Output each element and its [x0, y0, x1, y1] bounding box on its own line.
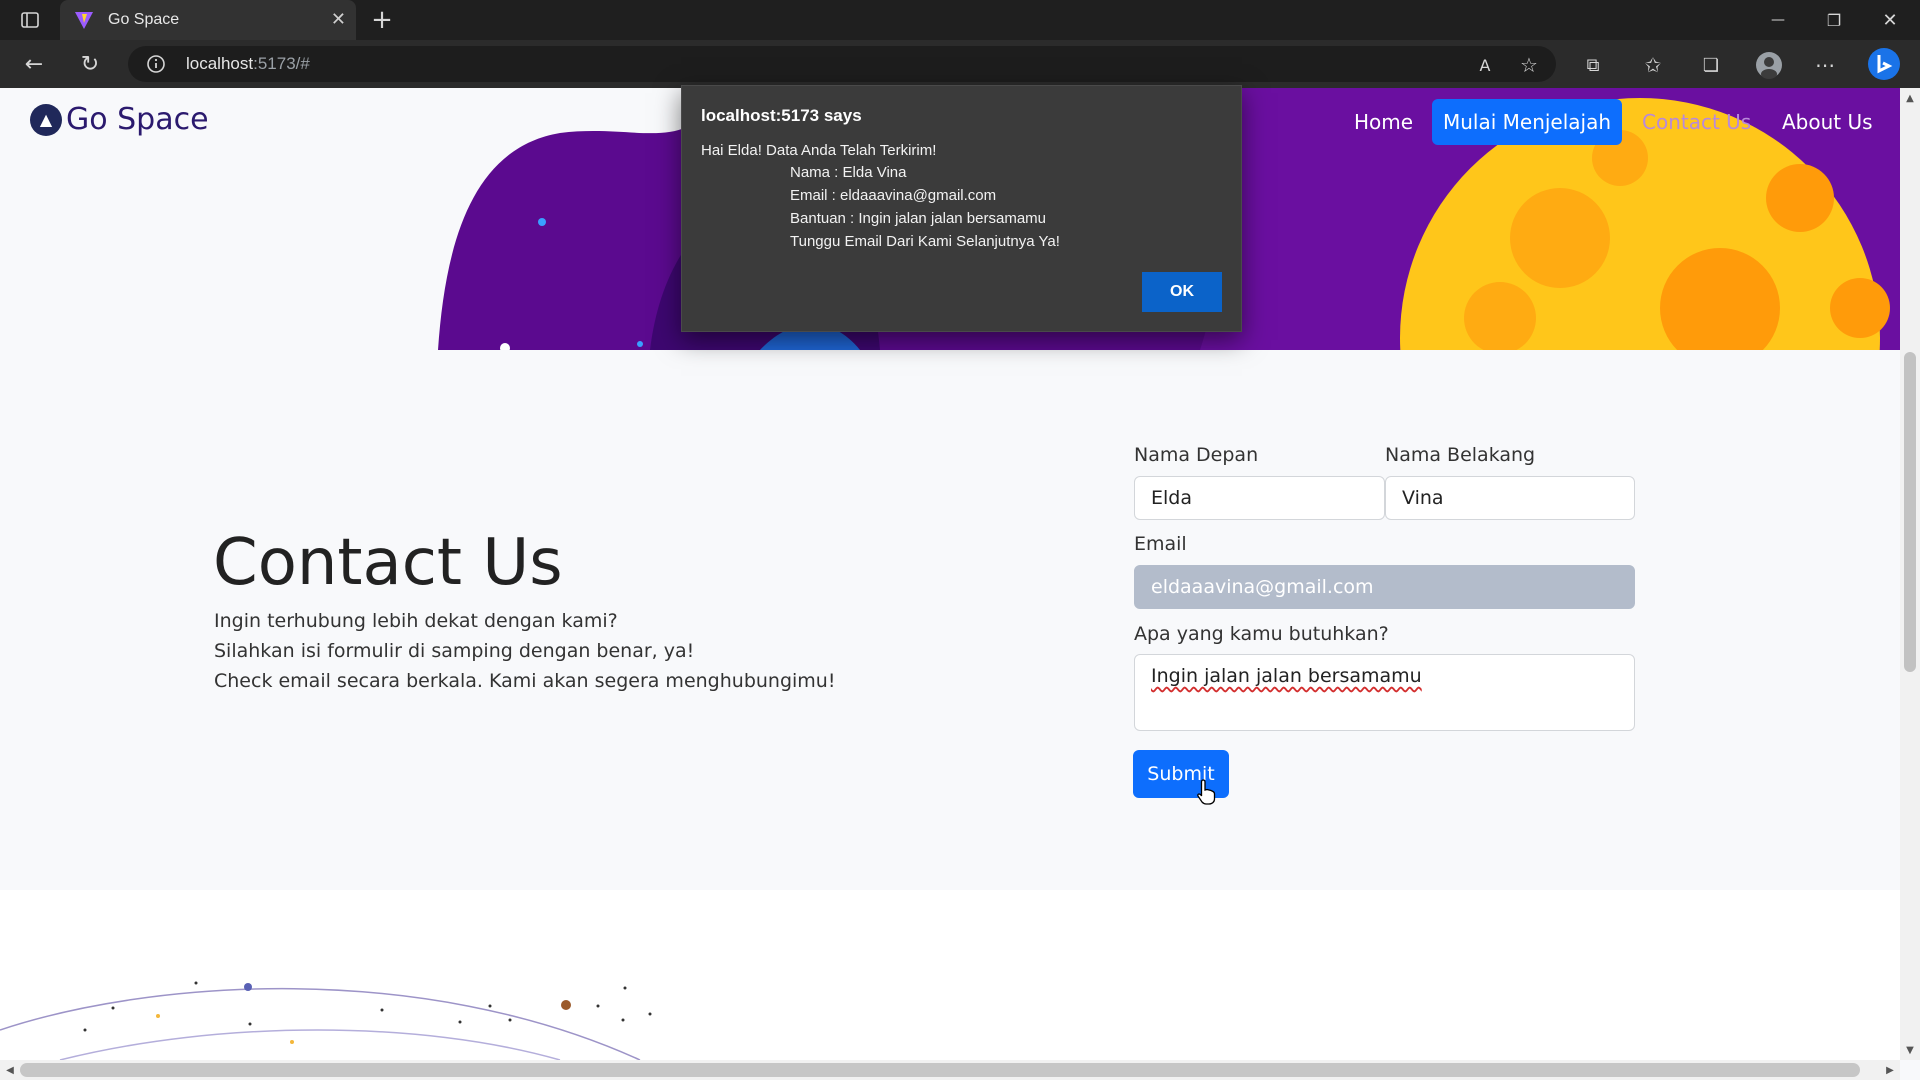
alert-dialog: localhost:5173 says Hai Elda! Data Anda … [681, 85, 1242, 332]
site-info-icon[interactable] [144, 52, 168, 76]
vertical-scroll-thumb[interactable] [1904, 352, 1916, 672]
url-field[interactable] [128, 46, 1556, 82]
need-label: Apa yang kamu butuhkan? [1134, 623, 1389, 645]
dialog-ok-button[interactable]: OK [1142, 272, 1222, 312]
window-close-icon[interactable]: ✕ [1872, 6, 1908, 34]
last-name-input[interactable]: Vina [1385, 476, 1635, 520]
maximize-icon[interactable]: ❐ [1816, 6, 1852, 34]
first-name-label: Nama Depan [1134, 444, 1259, 466]
bing-copilot-icon[interactable] [1866, 46, 1902, 82]
nav-mulai-menjelajah-button[interactable]: Mulai Menjelajah [1432, 99, 1622, 145]
tab-close-icon[interactable]: ✕ [331, 9, 346, 30]
back-icon[interactable]: ← [20, 50, 48, 78]
url-text: localhost:5173/# [186, 54, 310, 73]
rocket-icon: ▲ [30, 103, 62, 136]
contact-line-1: Ingin terhubung lebih dekat dengan kami? [214, 610, 618, 632]
footer-section [0, 890, 1900, 1060]
tab-actions-icon[interactable] [18, 8, 42, 32]
dialog-line-4: Bantuan : Ingin jalan jalan bersamamu [790, 210, 1046, 227]
profile-avatar-icon[interactable] [1754, 50, 1784, 80]
dialog-line-1: Hai Elda! Data Anda Telah Terkirim! [701, 142, 937, 159]
add-favorite-icon[interactable]: ☆ [1516, 52, 1542, 78]
vite-logo-icon [75, 12, 93, 29]
first-name-input[interactable]: Elda [1134, 476, 1385, 520]
tab-go-space[interactable]: Go Space ✕ [60, 0, 356, 40]
logo-text: Go Space [66, 102, 209, 137]
dialog-title: localhost:5173 says [701, 106, 862, 125]
new-tab-icon[interactable]: + [368, 4, 396, 36]
scroll-left-icon[interactable]: ◀ [2, 1062, 18, 1078]
horizontal-scroll-thumb[interactable] [20, 1063, 1860, 1077]
need-textarea[interactable]: Ingin jalan jalan bersamamu [1134, 654, 1635, 731]
nav-contact-us[interactable]: Contact Us [1642, 110, 1751, 134]
dialog-line-5: Tunggu Email Dari Kami Selanjutnya Ya! [790, 233, 1060, 250]
contact-heading: Contact Us [213, 526, 563, 600]
email-input[interactable]: eldaaavina@gmail.com [1134, 565, 1635, 609]
site-logo[interactable]: ▲ Go Space [30, 102, 209, 137]
tab-bar: Go Space ✕ + — ❐ ✕ [0, 0, 1920, 40]
reload-icon[interactable]: ↻ [76, 50, 104, 78]
minimize-icon[interactable]: — [1760, 6, 1796, 34]
scroll-right-icon[interactable]: ▶ [1882, 1062, 1898, 1078]
contact-line-2: Silahkan isi formulir di samping dengan … [214, 640, 695, 662]
nav-about-us[interactable]: About Us [1782, 110, 1873, 134]
scroll-down-icon[interactable]: ▼ [1902, 1042, 1918, 1058]
email-label: Email [1134, 533, 1187, 555]
extensions-icon[interactable]: ⧉ [1580, 52, 1606, 78]
read-aloud-icon[interactable]: A [1472, 52, 1498, 78]
scroll-up-icon[interactable]: ▲ [1902, 90, 1918, 106]
tab-title: Go Space [108, 11, 180, 28]
hand-cursor-icon [1197, 779, 1216, 805]
last-name-label: Nama Belakang [1385, 444, 1536, 466]
dialog-line-2: Nama : Elda Vina [790, 164, 907, 181]
collections-icon[interactable]: ❏ [1698, 52, 1724, 78]
need-text: Ingin jalan jalan bersamamu [1151, 665, 1422, 687]
contact-line-3: Check email secara berkala. Kami akan se… [214, 670, 836, 692]
dialog-line-3: Email : eldaaavina@gmail.com [790, 187, 997, 204]
nav-home[interactable]: Home [1354, 110, 1413, 134]
orbit-illustration [0, 981, 652, 1060]
more-menu-icon[interactable]: ⋯ [1812, 52, 1838, 78]
favorites-icon[interactable]: ✩ [1640, 52, 1666, 78]
